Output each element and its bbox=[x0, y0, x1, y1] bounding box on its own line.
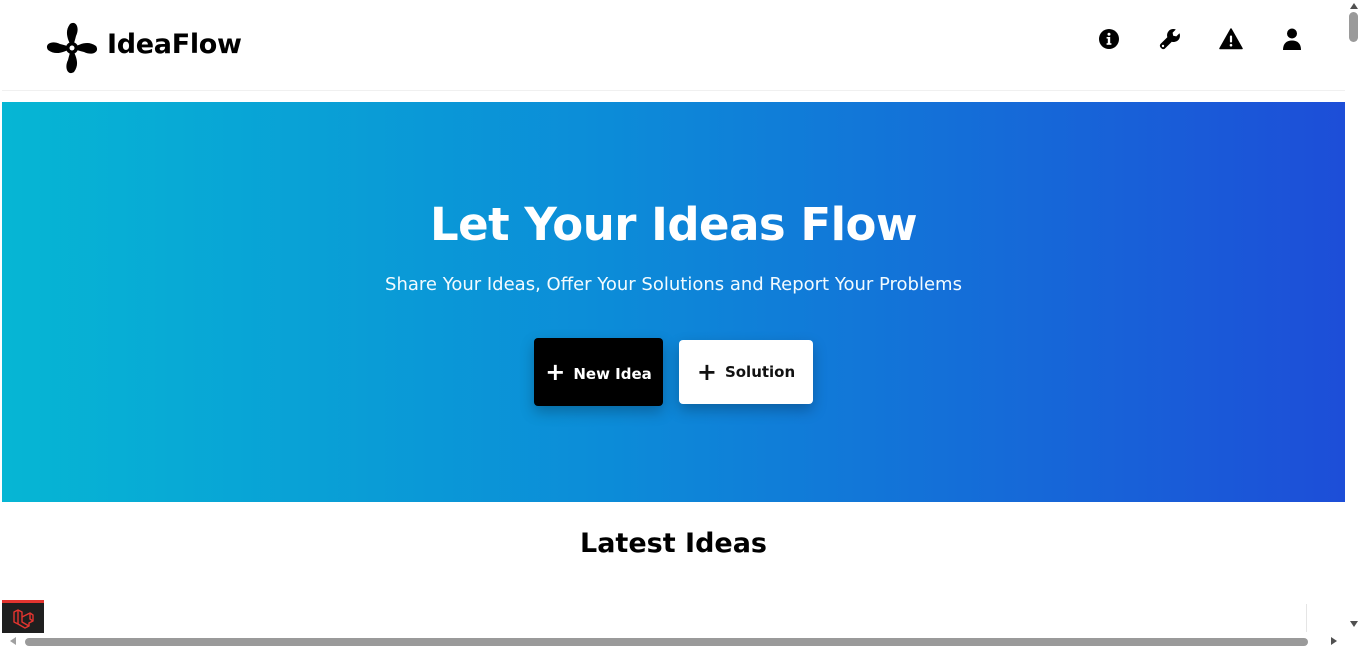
scroll-left-arrow-icon[interactable] bbox=[10, 637, 16, 645]
page: IdeaFlow Let Your Ideas Flow Share Your … bbox=[2, 0, 1345, 633]
new-idea-button[interactable]: + New Idea bbox=[534, 338, 663, 406]
hero-banner: Let Your Ideas Flow Share Your Ideas, Of… bbox=[2, 102, 1345, 502]
hero-actions: + New Idea + Solution bbox=[534, 338, 813, 406]
warning-icon[interactable] bbox=[1218, 26, 1244, 52]
scroll-up-arrow-icon[interactable] bbox=[1350, 3, 1358, 9]
solution-button[interactable]: + Solution bbox=[679, 340, 813, 404]
vertical-scrollbar[interactable] bbox=[1345, 0, 1364, 633]
header-nav bbox=[1096, 26, 1340, 52]
site-header: IdeaFlow bbox=[2, 0, 1345, 91]
user-icon[interactable] bbox=[1279, 26, 1305, 52]
horizontal-scroll-thumb[interactable] bbox=[25, 638, 1308, 646]
latest-ideas-heading: Latest Ideas bbox=[580, 528, 767, 559]
scroll-right-arrow-icon[interactable] bbox=[1331, 637, 1337, 645]
plus-icon: + bbox=[545, 358, 566, 386]
info-icon[interactable] bbox=[1096, 26, 1122, 52]
new-idea-label: New Idea bbox=[573, 365, 652, 383]
brand-name: IdeaFlow bbox=[107, 28, 242, 60]
brand-logo-link[interactable]: IdeaFlow bbox=[46, 22, 242, 74]
laravel-debugbar-toggle[interactable] bbox=[2, 600, 44, 633]
browser-viewport: IdeaFlow Let Your Ideas Flow Share Your … bbox=[0, 0, 1364, 649]
plus-icon: + bbox=[696, 358, 717, 386]
vertical-scroll-thumb[interactable] bbox=[1349, 12, 1358, 42]
laravel-icon bbox=[13, 609, 34, 629]
scrollbar-corner bbox=[1345, 633, 1364, 649]
hero-subtitle: Share Your Ideas, Offer Your Solutions a… bbox=[385, 274, 962, 295]
scroll-down-arrow-icon[interactable] bbox=[1350, 621, 1358, 627]
content-divider bbox=[1306, 604, 1307, 632]
hero-title: Let Your Ideas Flow bbox=[429, 198, 918, 251]
solution-label: Solution bbox=[724, 363, 796, 381]
fan-icon bbox=[46, 22, 98, 74]
wrench-icon[interactable] bbox=[1157, 26, 1183, 52]
